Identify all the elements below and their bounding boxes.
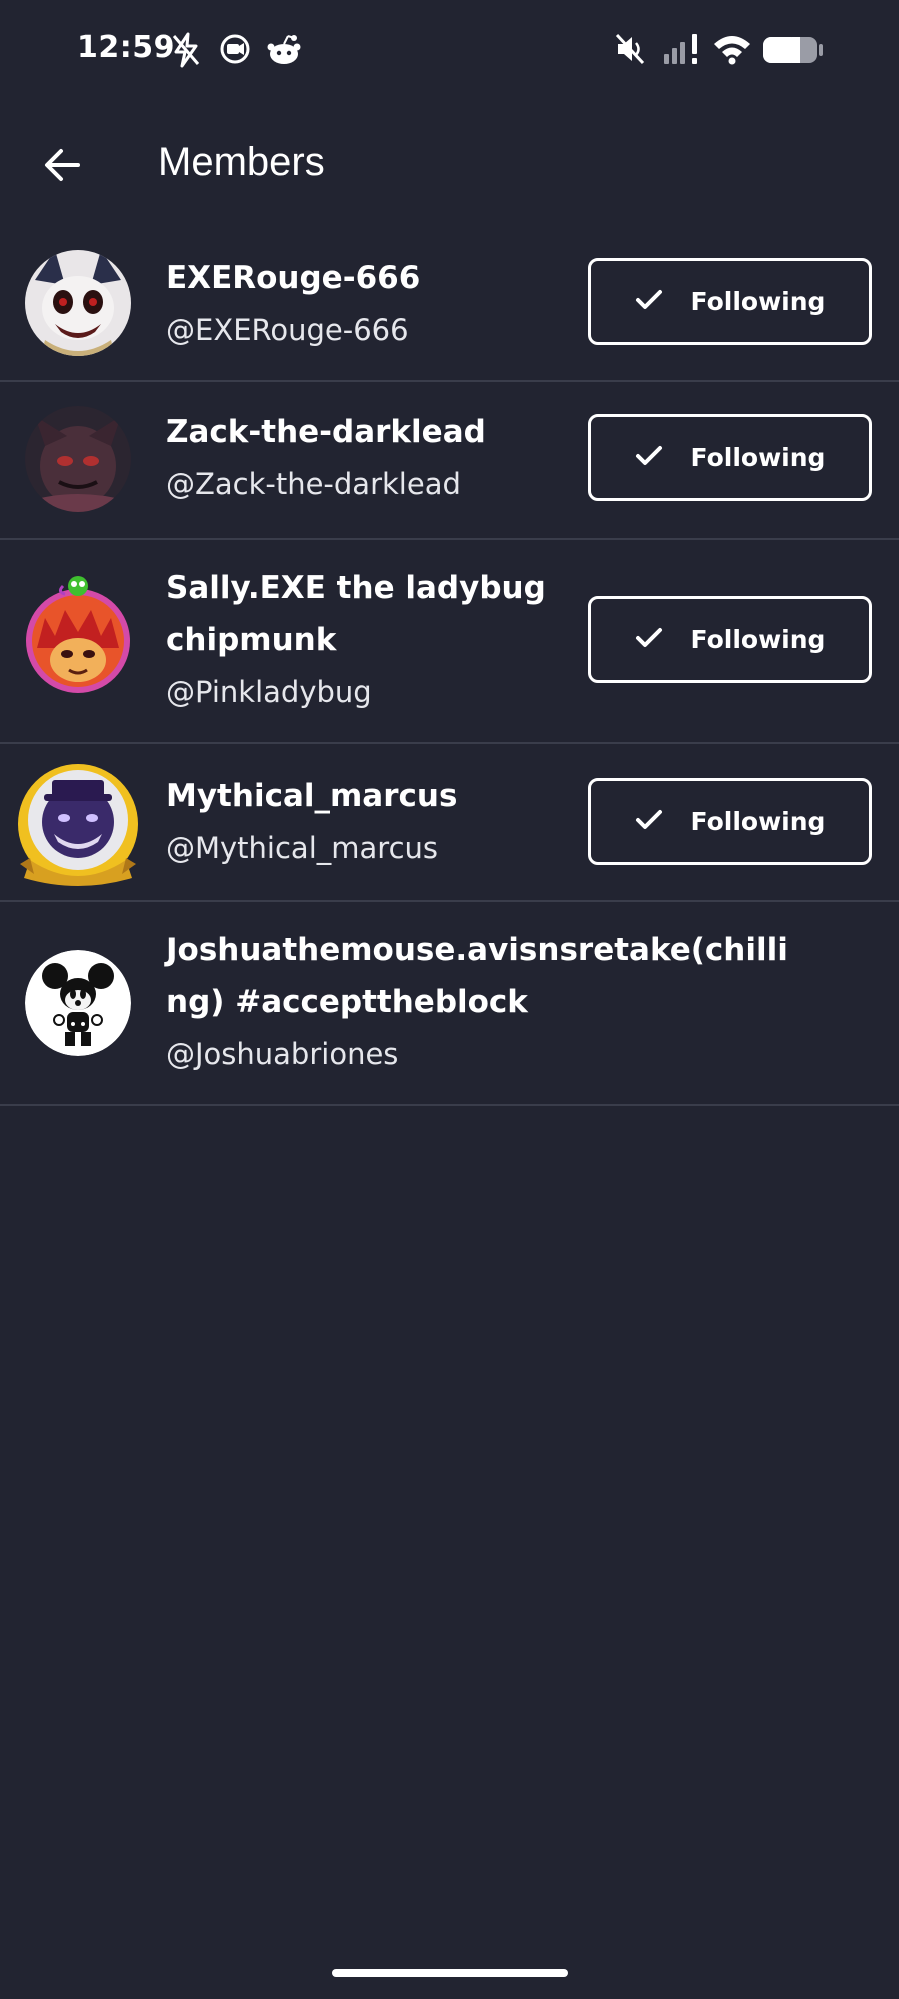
following-label: Following: [690, 443, 826, 472]
signal-icon: [662, 32, 702, 70]
member-row[interactable]: EXERouge-666 @EXERouge-666 Following: [0, 226, 899, 382]
lightning-off-icon: [170, 32, 202, 72]
avatar[interactable]: [25, 406, 131, 512]
home-indicator[interactable]: [332, 1969, 568, 1977]
screen-record-icon: [218, 32, 252, 70]
following-label: Following: [690, 625, 826, 654]
following-button[interactable]: Following: [588, 596, 872, 683]
battery-icon: [762, 36, 824, 68]
members-list: EXERouge-666 @EXERouge-666 Following Zac…: [0, 226, 899, 1106]
member-display-name: Joshuathemouse.avisnsretake(chilling) #a…: [166, 932, 788, 1020]
following-button[interactable]: Following: [588, 258, 872, 345]
header: Members: [0, 120, 899, 210]
following-button[interactable]: Following: [588, 778, 872, 865]
page-title: Members: [158, 140, 325, 184]
check-icon: [635, 445, 663, 471]
member-row[interactable]: Zack-the-darklead @Zack-the-darklead Fol…: [0, 382, 899, 540]
member-row[interactable]: Sally.EXE the ladybug chipmunk @Pinklady…: [0, 540, 899, 744]
following-button[interactable]: Following: [588, 414, 872, 501]
following-label: Following: [690, 287, 826, 316]
avatar[interactable]: [25, 250, 131, 356]
member-handle: @Joshuabriones: [166, 1037, 399, 1071]
back-button[interactable]: [30, 135, 94, 199]
wifi-icon: [712, 32, 752, 70]
arrow-left-icon: [42, 145, 82, 189]
avatar[interactable]: [25, 576, 131, 694]
mute-icon: [614, 32, 646, 70]
check-icon: [635, 289, 663, 315]
status-time: 12:59: [77, 30, 175, 65]
avatar[interactable]: [25, 950, 131, 1056]
reddit-icon: [266, 32, 302, 70]
following-label: Following: [690, 807, 826, 836]
check-icon: [635, 809, 663, 835]
member-display-name: Sally.EXE the ladybug chipmunk: [166, 570, 546, 658]
member-handle: @Pinkladybug: [166, 675, 372, 709]
avatar[interactable]: [16, 762, 140, 886]
status-bar: 12:59: [0, 0, 899, 104]
member-row[interactable]: Mythical_marcus @Mythical_marcus Followi…: [0, 744, 899, 902]
member-row[interactable]: Joshuathemouse.avisnsretake(chilling) #a…: [0, 902, 899, 1106]
check-icon: [635, 627, 663, 653]
